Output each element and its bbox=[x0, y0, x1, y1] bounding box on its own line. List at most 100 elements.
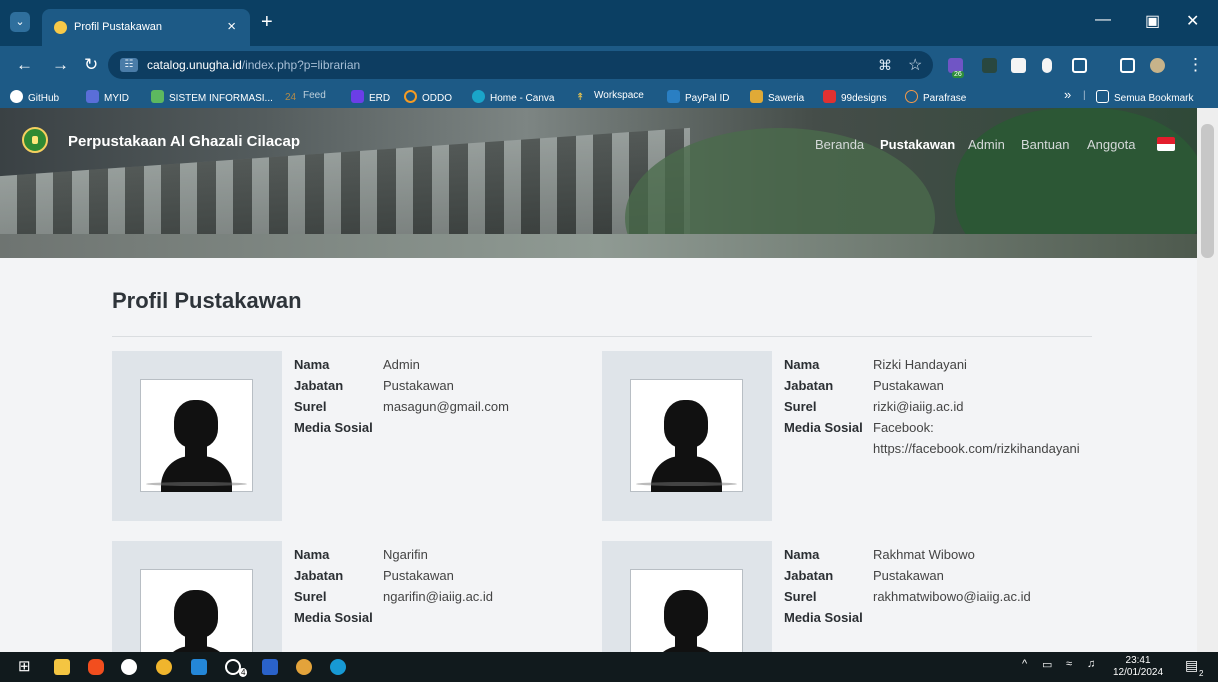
librarian-name: Admin bbox=[383, 357, 420, 372]
librarian-info: Nama Admin Jabatan Pustakawan Surel masagun… bbox=[294, 354, 594, 438]
puzzle-icon[interactable] bbox=[1072, 58, 1087, 73]
bookmark-workspace[interactable]: ↟ Workspace bbox=[576, 90, 644, 105]
windows-start-icon[interactable]: ⊞ bbox=[18, 657, 34, 675]
bookmark-feed[interactable]: 24 Feed bbox=[285, 90, 326, 105]
parafrase-icon bbox=[905, 90, 918, 103]
scrollbar-thumb[interactable] bbox=[1201, 124, 1214, 258]
bookmark-star-icon[interactable]: ☆ bbox=[908, 55, 922, 75]
saweria-icon bbox=[750, 90, 763, 103]
bookmark-label: GitHub bbox=[28, 93, 60, 104]
address-bar[interactable]: ☷ catalog.unugha.id/index.php?p=libraria… bbox=[108, 51, 933, 79]
notification-icon[interactable]: ▤ bbox=[1185, 657, 1198, 674]
sistem-informasi-icon bbox=[151, 90, 164, 103]
back-arrow-icon[interactable]: ← bbox=[16, 55, 33, 75]
librarian-photo bbox=[112, 351, 282, 521]
bookmark-label: Parafrase bbox=[923, 93, 967, 104]
bookmark-home-canva[interactable]: Home - Canva bbox=[472, 90, 554, 104]
wifi-icon[interactable]: ≈ bbox=[1066, 658, 1072, 670]
email-label: Surel bbox=[784, 589, 817, 604]
bookmark-myid[interactable]: MYID bbox=[86, 90, 129, 104]
nav-beranda[interactable]: Beranda bbox=[815, 137, 864, 152]
librarian-name: Rizki Handayani bbox=[873, 357, 967, 372]
url-path: /index.php?p=librarian bbox=[241, 58, 361, 72]
bookmark-erd[interactable]: ERD bbox=[351, 90, 390, 104]
speaker-icon[interactable]: ♫ bbox=[1087, 658, 1095, 670]
chrome-icon[interactable] bbox=[296, 659, 312, 675]
browser-tab-title: Profil Pustakawan bbox=[74, 21, 163, 33]
bookmark-separator: | bbox=[1083, 90, 1086, 101]
profile-avatar[interactable] bbox=[1150, 58, 1165, 73]
github-icon bbox=[10, 90, 23, 103]
librarian-name: Ngarifin bbox=[383, 547, 428, 562]
librarian-social-link[interactable]: https://facebook.com/rizkihandayani bbox=[873, 438, 1103, 459]
minimize-icon[interactable]: — bbox=[1095, 11, 1111, 29]
bookmark-paypal-id[interactable]: PayPal ID bbox=[667, 90, 729, 104]
bookmark-label: Workspace bbox=[594, 90, 644, 101]
app-icon[interactable] bbox=[121, 659, 137, 675]
language-flag-icon[interactable] bbox=[1157, 137, 1175, 151]
bookmark-github[interactable]: GitHub bbox=[10, 90, 59, 104]
librarian-email[interactable]: masagun@gmail.com bbox=[383, 396, 613, 417]
site-info-icon[interactable]: ☷ bbox=[120, 58, 138, 72]
nav-pustakawan[interactable]: Pustakawan bbox=[880, 137, 955, 152]
close-tab-icon[interactable]: × bbox=[227, 18, 236, 35]
tray-up-arrow-icon[interactable]: ^ bbox=[1022, 658, 1027, 670]
librarian-card: Nama Ngarifin Jabatan Pustakawan Surel ngar… bbox=[112, 541, 582, 652]
extension-icon[interactable] bbox=[1042, 58, 1052, 73]
reload-icon[interactable]: ↻ bbox=[84, 55, 98, 75]
bookmark-oddo[interactable]: ODDO bbox=[404, 90, 452, 104]
librarian-email[interactable]: rakhmatwibowo@iaiig.ac.id bbox=[873, 586, 1103, 607]
librarian-email[interactable]: rizki@iaiig.ac.id bbox=[873, 396, 1103, 417]
notification-badge: 2 bbox=[1199, 669, 1204, 678]
system-clock[interactable]: 23:41 12/01/2024 bbox=[1113, 655, 1163, 679]
librarian-info: Nama Rakhmat Wibowo Jabatan Pustakawan Sur… bbox=[784, 544, 1084, 628]
canva-icon bbox=[472, 90, 485, 103]
site-title[interactable]: Perpustakaan Al Ghazali Cilacap bbox=[68, 133, 300, 150]
side-panel-icon[interactable] bbox=[1120, 58, 1135, 73]
bookmark-folder-label: Semua Bookmark bbox=[1114, 93, 1194, 104]
new-tab-button[interactable]: + bbox=[261, 11, 273, 34]
nav-admin[interactable]: Admin bbox=[968, 137, 1005, 152]
extension-badge: 26 bbox=[952, 71, 964, 78]
figma-icon[interactable] bbox=[88, 659, 104, 675]
name-label: Nama bbox=[784, 547, 820, 562]
page-viewport[interactable]: Perpustakaan Al Ghazali Cilacap Beranda … bbox=[0, 108, 1218, 652]
folder-icon bbox=[1096, 90, 1109, 103]
close-window-icon[interactable]: ✕ bbox=[1186, 11, 1199, 31]
chrome-profile-icon[interactable] bbox=[156, 659, 172, 675]
email-label: Surel bbox=[294, 399, 327, 414]
nav-anggota[interactable]: Anggota bbox=[1087, 137, 1135, 152]
bookmark-sistem-informasi[interactable]: SISTEM INFORMASI... bbox=[151, 90, 273, 104]
edge-icon[interactable] bbox=[330, 659, 346, 675]
librarian-email[interactable]: ngarifin@iaiig.ac.id bbox=[383, 586, 613, 607]
nav-bantuan[interactable]: Bantuan bbox=[1021, 137, 1069, 152]
librarian-info: Nama Ngarifin Jabatan Pustakawan Surel ngar… bbox=[294, 544, 594, 628]
library-logo-icon[interactable] bbox=[22, 127, 48, 153]
forward-arrow-icon[interactable]: → bbox=[52, 55, 69, 75]
bookmark-99designs[interactable]: 99designs bbox=[823, 90, 887, 104]
avatar-placeholder bbox=[140, 379, 253, 492]
vscode-icon[interactable] bbox=[191, 659, 207, 675]
address-url: catalog.unugha.id/index.php?p=librarian bbox=[147, 58, 360, 72]
restore-window-icon[interactable]: ▣ bbox=[1145, 11, 1160, 31]
translate-icon[interactable]: ⌘ bbox=[878, 57, 892, 74]
tab-search-chevron-icon[interactable]: ⌄ bbox=[10, 12, 30, 32]
extension-icon[interactable] bbox=[982, 58, 997, 73]
file-explorer-icon[interactable] bbox=[54, 659, 70, 675]
bookmark-parafrase[interactable]: Parafrase bbox=[905, 90, 966, 104]
more-menu-icon[interactable]: ⋮ bbox=[1187, 55, 1204, 75]
librarian-card: Nama Admin Jabatan Pustakawan Surel masagun… bbox=[112, 351, 582, 521]
extension-icon[interactable] bbox=[1011, 58, 1026, 73]
99designs-icon bbox=[823, 90, 836, 103]
word-icon[interactable] bbox=[262, 659, 278, 675]
workspace-icon: ↟ bbox=[576, 92, 585, 103]
battery-icon[interactable]: ▭ bbox=[1042, 658, 1052, 671]
bookmark-saweria[interactable]: Saweria bbox=[750, 90, 804, 104]
all-bookmarks-folder[interactable]: Semua Bookmark bbox=[1096, 90, 1193, 104]
bookmarks-bar: GitHub MYID SISTEM INFORMASI... 24 Feed E… bbox=[0, 84, 1218, 108]
social-label: Media Sosial bbox=[784, 610, 863, 625]
browser-tab[interactable]: Profil Pustakawan × bbox=[42, 9, 250, 46]
page-scrollbar[interactable] bbox=[1197, 108, 1218, 652]
clock-date: 12/01/2024 bbox=[1113, 667, 1164, 678]
more-bookmarks-button[interactable]: » bbox=[1064, 87, 1071, 102]
